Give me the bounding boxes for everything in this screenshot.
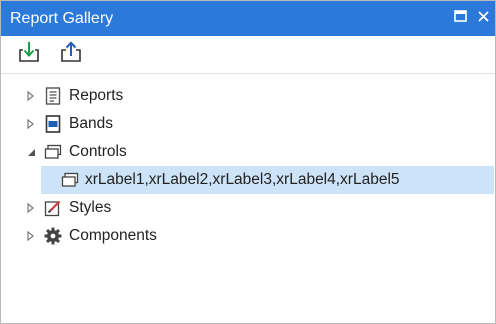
expand-arrow-icon[interactable] bbox=[24, 110, 38, 138]
report-icon bbox=[44, 87, 62, 105]
import-button[interactable] bbox=[15, 41, 43, 69]
expand-arrow-icon[interactable] bbox=[24, 222, 38, 250]
band-icon bbox=[44, 115, 62, 133]
controls-icon bbox=[44, 143, 62, 161]
styles-icon bbox=[44, 199, 62, 217]
export-icon bbox=[60, 41, 82, 68]
export-button[interactable] bbox=[57, 41, 85, 69]
close-button[interactable] bbox=[472, 1, 495, 36]
tree-item-label: Styles bbox=[69, 199, 112, 216]
maximize-button[interactable] bbox=[449, 1, 472, 36]
close-icon bbox=[477, 10, 490, 28]
collapse-arrow-icon[interactable] bbox=[24, 138, 38, 166]
expand-arrow-icon[interactable] bbox=[24, 194, 38, 222]
tree-item-bands[interactable]: Bands bbox=[1, 110, 495, 138]
tree-item-styles[interactable]: Styles bbox=[1, 194, 495, 222]
tree-item-label: Controls bbox=[69, 143, 127, 160]
tree-item-controls-child[interactable]: xrLabel1,xrLabel2,xrLabel3,xrLabel4,xrLa… bbox=[41, 166, 494, 194]
import-icon bbox=[18, 41, 40, 68]
report-gallery-panel: Report Gallery Reports Bands Controls xr… bbox=[0, 0, 496, 324]
title-bar-buttons bbox=[449, 1, 495, 36]
expand-arrow-icon[interactable] bbox=[24, 82, 38, 110]
panel-title: Report Gallery bbox=[10, 9, 114, 27]
maximize-icon bbox=[454, 9, 467, 28]
tree-item-controls[interactable]: Controls bbox=[1, 138, 495, 166]
tree-item-reports[interactable]: Reports bbox=[1, 82, 495, 110]
tree-item-label: Components bbox=[69, 227, 157, 244]
toolbar bbox=[1, 36, 495, 74]
tree-item-components[interactable]: Components bbox=[1, 222, 495, 250]
tree-item-label: xrLabel1,xrLabel2,xrLabel3,xrLabel4,xrLa… bbox=[85, 171, 400, 188]
tree-item-label: Reports bbox=[69, 87, 124, 104]
gear-icon bbox=[44, 227, 62, 245]
controls-icon bbox=[61, 171, 79, 189]
gallery-tree: Reports Bands Controls xrLabel1,xrLabel2… bbox=[1, 74, 495, 250]
title-bar: Report Gallery bbox=[1, 1, 495, 36]
tree-item-label: Bands bbox=[69, 115, 113, 132]
